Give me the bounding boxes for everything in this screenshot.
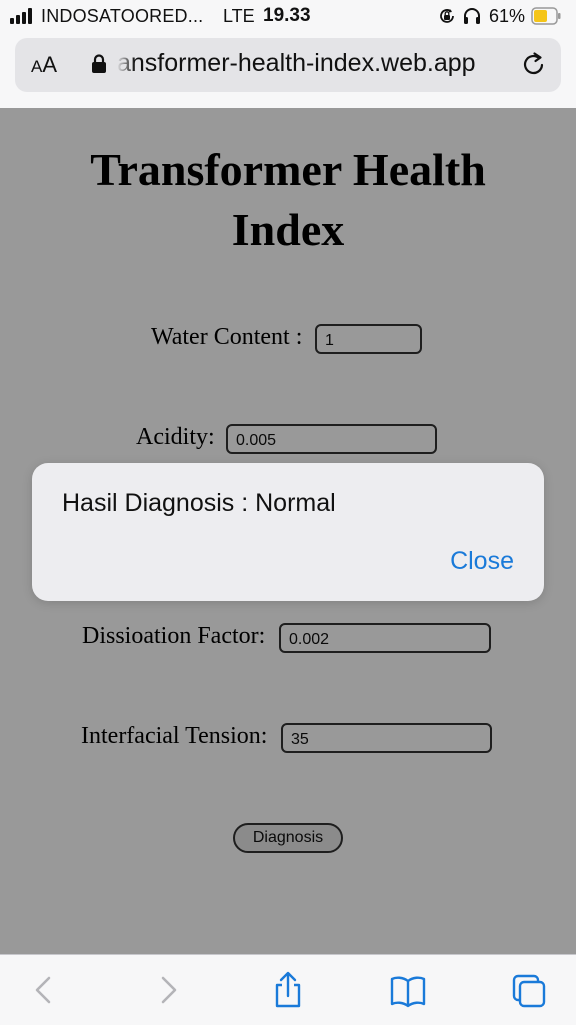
browser-address-area: AA ansformer-health-index.web.app <box>0 34 576 109</box>
status-time: 19.33 <box>263 5 311 26</box>
signal-bars-icon <box>10 8 36 24</box>
address-bar[interactable]: AA ansformer-health-index.web.app <box>15 38 561 92</box>
back-icon[interactable] <box>26 971 62 1009</box>
headphones-icon <box>464 8 480 24</box>
reload-icon[interactable] <box>520 50 548 78</box>
status-bar: INDOSATOORED... LTE 19.33 61% <box>0 0 576 34</box>
tabs-icon[interactable] <box>511 971 547 1009</box>
browser-toolbar <box>0 954 576 1025</box>
close-button[interactable]: Close <box>450 547 514 576</box>
share-icon[interactable] <box>270 971 306 1009</box>
alert-message: Hasil Diagnosis : Normal <box>62 489 336 517</box>
bookmarks-icon[interactable] <box>390 971 426 1009</box>
alert-dialog: Hasil Diagnosis : Normal Close <box>32 463 544 601</box>
battery-icon <box>531 7 561 25</box>
carrier-name: INDOSATOORED... <box>41 6 204 26</box>
reader-aa-button[interactable]: AA <box>31 52 57 78</box>
url-fade <box>117 46 135 82</box>
url-text[interactable]: ansformer-health-index.web.app <box>117 49 495 79</box>
network-type: LTE <box>223 6 255 26</box>
padlock-icon <box>92 54 106 73</box>
forward-icon[interactable] <box>150 971 186 1009</box>
battery-percent: 61% <box>489 6 526 26</box>
orientation-lock-icon <box>440 9 454 23</box>
